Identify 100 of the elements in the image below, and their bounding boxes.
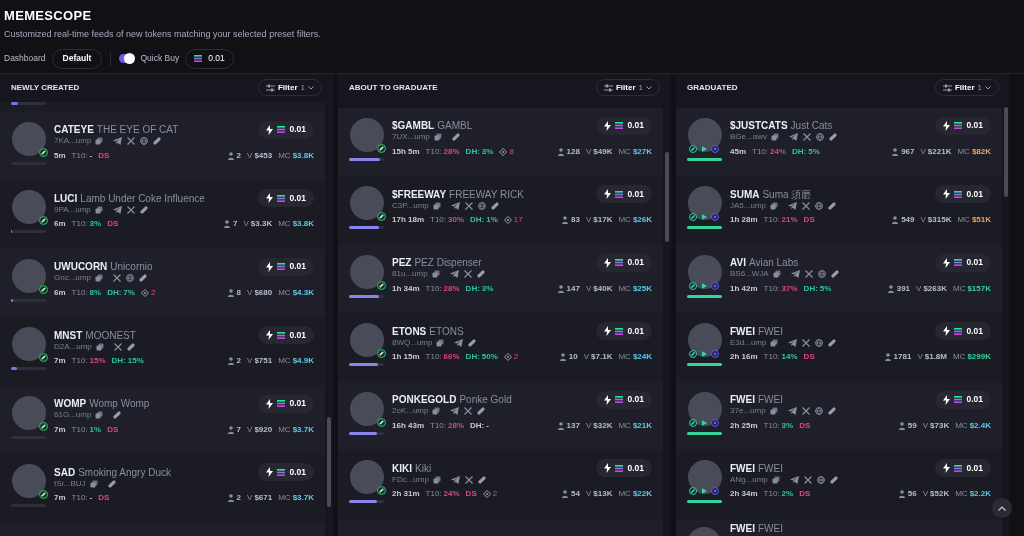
copy-icon[interactable] <box>432 475 441 484</box>
paper-plane-icon[interactable] <box>113 137 123 145</box>
token-card[interactable]: KIKI Kiki 0.01 FDc...ump 2h 31m T10: 24% DS 2 54 V $13K MC $22K <box>338 450 663 519</box>
token-address[interactable]: BS6...WJA <box>730 268 769 280</box>
token-card[interactable]: FWEI FWEI 0.01 ANg...ump 2h 34m T10: 2% DS 56 V $52K MC $2.2K <box>676 450 1002 519</box>
token-card[interactable]: $GAMBL GAMBL 0.01 7UX...ump 15h 5m T10: 28% DH: 3% 8 128 V $49K MC $27K <box>338 107 663 176</box>
pill-icon[interactable] <box>490 201 499 210</box>
token-address[interactable]: JA5...ump <box>730 199 766 212</box>
copy-icon[interactable] <box>431 270 440 278</box>
pill-icon[interactable] <box>468 338 477 347</box>
token-address[interactable]: ANg...ump <box>730 473 768 486</box>
pill-icon[interactable] <box>477 407 486 415</box>
quick-buy-button[interactable]: 0.01 <box>935 322 991 340</box>
quick-buy-button[interactable]: 0.01 <box>596 459 652 477</box>
copy-icon[interactable] <box>770 338 779 347</box>
paper-plane-icon[interactable] <box>450 475 460 484</box>
copy-icon[interactable] <box>436 338 445 347</box>
copy-icon[interactable] <box>769 407 778 415</box>
token-card[interactable]: SAD Smoking Angry Duck 0.01 tSr...BUJ 7m T10: - DS 2 V $671 MC $3.7K <box>0 454 325 523</box>
globe-icon[interactable] <box>140 137 149 145</box>
paper-plane-icon[interactable] <box>787 407 797 415</box>
token-address[interactable]: 9PA...ump <box>54 203 91 216</box>
x-logo-icon[interactable] <box>802 133 811 141</box>
token-card[interactable]: SUMA Suma 須磨 0.01 JA5...ump 1h 28m T10: 21% DS 549 V $315K MC $51K <box>676 176 1002 245</box>
x-logo-icon[interactable] <box>113 342 122 351</box>
x-logo-icon[interactable] <box>804 270 813 278</box>
paper-plane-icon[interactable] <box>788 338 798 347</box>
x-logo-icon[interactable] <box>463 270 472 278</box>
paper-plane-icon[interactable] <box>788 201 797 210</box>
x-logo-icon[interactable] <box>464 407 473 415</box>
copy-icon[interactable] <box>771 475 780 484</box>
globe-icon[interactable] <box>815 338 824 347</box>
globe-icon[interactable] <box>815 133 824 141</box>
pill-icon[interactable] <box>829 475 838 484</box>
paper-plane-icon[interactable] <box>449 270 459 278</box>
pill-icon[interactable] <box>828 338 837 347</box>
copy-icon[interactable] <box>95 411 104 419</box>
globe-icon[interactable] <box>815 201 823 210</box>
pill-icon[interactable] <box>830 270 839 278</box>
pill-icon[interactable] <box>126 342 135 351</box>
token-card[interactable]: LUCI Lamb Under Coke Influence 0.01 9PA...ump 6m T10: 3% DS 7 V $3.3K MC $3.8K <box>0 180 325 249</box>
quick-buy-button[interactable]: 0.01 <box>258 189 314 207</box>
token-address[interactable]: FDc...ump <box>392 473 429 486</box>
globe-icon[interactable] <box>125 274 134 282</box>
token-address[interactable]: 8WQ...ump <box>392 336 433 349</box>
pill-icon[interactable] <box>107 479 116 488</box>
token-address[interactable]: 7KA...ump <box>54 135 92 147</box>
paper-plane-icon[interactable] <box>788 133 798 141</box>
token-address[interactable]: Gnc...ump <box>54 272 91 284</box>
pill-icon[interactable] <box>477 475 486 484</box>
pill-icon[interactable] <box>451 133 460 141</box>
token-address[interactable]: BGe...awv <box>730 131 767 143</box>
quick-buy-button[interactable]: 0.01 <box>596 185 652 203</box>
token-card[interactable]: FWEI FWEI 0.01 37e...ump 2h 25m T10: 3% DS 59 V $73K MC $2.4K <box>676 381 1002 450</box>
x-logo-icon[interactable] <box>802 201 810 210</box>
paper-plane-icon[interactable] <box>789 475 799 484</box>
quick-buy-button[interactable]: 0.01 <box>258 120 314 139</box>
token-card[interactable]: ETONS ETONS 0.01 8WQ...ump 1h 15m T10: 66% DH: 50% 2 10 V $7.1K MC $24K <box>338 313 663 382</box>
copy-icon[interactable] <box>94 274 103 282</box>
globe-icon[interactable] <box>816 475 825 484</box>
globe-icon[interactable] <box>477 201 486 210</box>
pill-icon[interactable] <box>139 205 148 214</box>
token-address[interactable]: 37e...ump <box>730 405 766 417</box>
quick-buy-button[interactable]: 0.01 <box>596 116 652 135</box>
copy-icon[interactable] <box>95 342 104 351</box>
x-logo-icon[interactable] <box>126 205 135 214</box>
token-card[interactable]: CATEYE THE EYE OF CAT 0.01 7KA...ump 5m T10: - DS 2 V $453 MC $3.8K <box>0 111 325 180</box>
token-address[interactable]: C3P...ump <box>392 199 429 212</box>
quick-buy-button[interactable]: 0.01 <box>935 185 991 203</box>
paper-plane-icon[interactable] <box>450 407 460 415</box>
token-address[interactable]: 7UX...ump <box>392 131 430 143</box>
pill-icon[interactable] <box>828 133 837 141</box>
token-card[interactable]: UWUCORN Unicornio 0.01 Gnc...ump 6m T10: 8% DH: 7% 2 8 V $680 MC $4.3K <box>0 248 325 317</box>
token-address[interactable]: tSr...BUJ <box>54 477 86 490</box>
copy-icon[interactable] <box>94 205 103 214</box>
token-address[interactable]: 2oK...ump <box>392 405 429 417</box>
paper-plane-icon[interactable] <box>112 205 122 214</box>
token-card[interactable]: AVI Avian Labs 0.01 BS6...WJA 1h 42m T10: 37% DH: 5% 391 V $263K MC $157K <box>676 244 1002 313</box>
pill-icon[interactable] <box>828 201 836 210</box>
globe-icon[interactable] <box>817 270 826 278</box>
quick-buy-toggle[interactable] <box>119 54 135 63</box>
x-logo-icon[interactable] <box>127 137 136 145</box>
quick-buy-button[interactable]: 0.01 <box>258 326 314 344</box>
token-card[interactable]: PONKEGOLD Ponke Gold 0.01 2oK...ump 16h 43m T10: 28% DH: - 137 V $32K MC $21K <box>338 381 663 450</box>
quick-buy-button[interactable]: 0.01 <box>258 463 314 481</box>
copy-icon[interactable] <box>432 201 441 210</box>
quick-buy-button[interactable]: 0.01 <box>258 394 314 413</box>
quick-buy-button[interactable]: 0.01 <box>258 257 314 276</box>
pill-icon[interactable] <box>827 407 836 415</box>
copy-icon[interactable] <box>770 133 779 141</box>
pill-icon[interactable] <box>153 137 162 145</box>
x-logo-icon[interactable] <box>801 407 810 415</box>
quick-buy-button[interactable]: 0.01 <box>935 390 991 409</box>
paper-plane-icon[interactable] <box>454 338 464 347</box>
token-card[interactable]: MNST MOONEST 0.01 D2A...ump 7m T10: 15% DH: 15% 2 V $751 MC $4.9K <box>0 317 325 386</box>
quick-buy-button[interactable]: 0.01 <box>596 390 652 409</box>
x-logo-icon[interactable] <box>464 475 473 484</box>
copy-icon[interactable] <box>433 133 442 141</box>
token-card[interactable]: $JUSTCATS Just Cats 0.01 BGe...awv 45m T10: 24% DH: 5% 967 V $221K MC $82K <box>676 107 1002 176</box>
quick-buy-button[interactable]: 0.01 <box>596 253 652 272</box>
